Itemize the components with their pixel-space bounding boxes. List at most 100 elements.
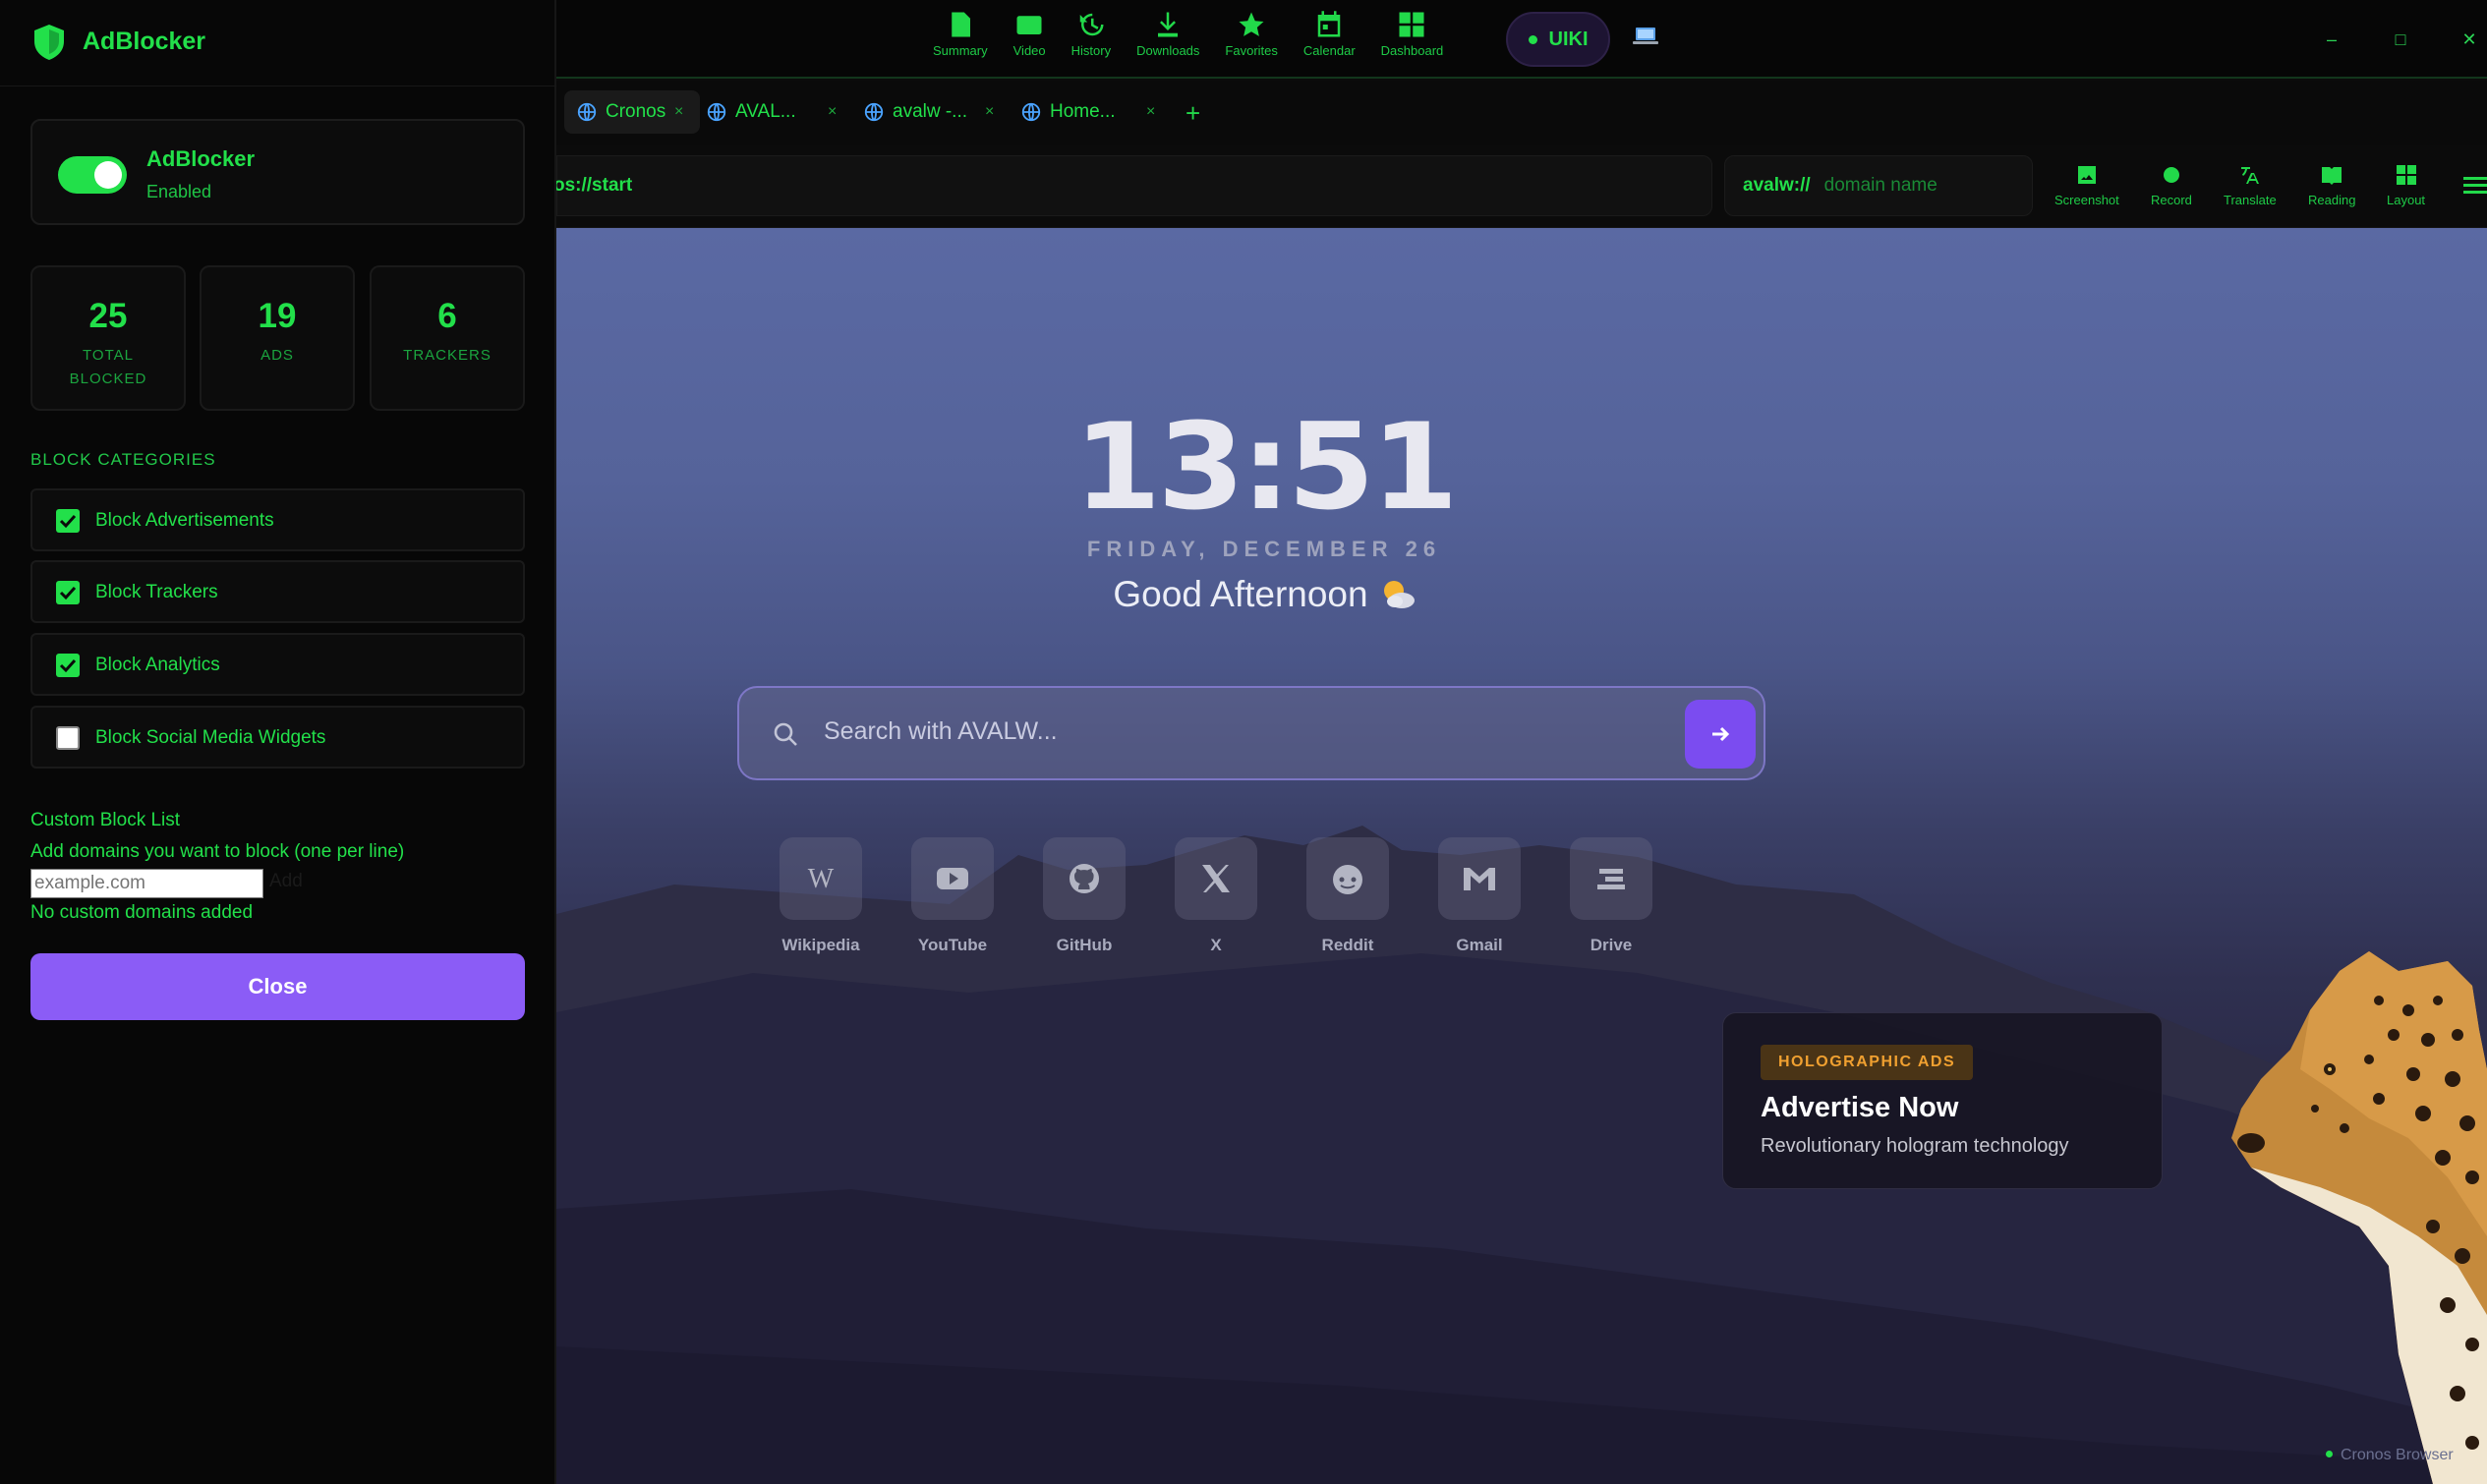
translate-button[interactable]: Translate	[2224, 163, 2277, 207]
drive-icon	[1597, 869, 1625, 889]
tab-bar: Cronos × AVAL... × avalw -... × Home... …	[556, 81, 2487, 145]
shortcut-label: Wikipedia	[781, 936, 860, 954]
checkbox-checked[interactable]	[56, 654, 80, 677]
stat-ads: 19 ADS	[200, 265, 355, 411]
add-domain-button[interactable]: Add	[269, 871, 303, 892]
shortcut-wikipedia[interactable]: W Wikipedia	[780, 837, 862, 955]
shortcut-reddit[interactable]: Reddit	[1306, 837, 1389, 955]
screenshot-label: Screenshot	[2054, 193, 2119, 207]
search-submit-button[interactable]	[1685, 700, 1756, 769]
shortcut-github[interactable]: GitHub	[1043, 837, 1126, 955]
shortcut-drive[interactable]: Drive	[1570, 837, 1652, 955]
favorites-button[interactable]: Favorites	[1225, 10, 1278, 58]
category-label: Block Trackers	[95, 582, 218, 602]
shortcut-tile[interactable]	[1306, 837, 1389, 920]
uiki-button[interactable]: UIKI	[1506, 12, 1610, 67]
image-icon	[2077, 166, 2096, 184]
checkbox-checked[interactable]	[56, 581, 80, 604]
history-label: History	[1070, 43, 1112, 58]
history-button[interactable]: History	[1071, 10, 1111, 58]
search-box[interactable]: Search with AVALW...	[737, 686, 1765, 780]
stat-label-line: TOTAL	[83, 347, 134, 364]
tab-close-button[interactable]: ×	[828, 103, 837, 121]
close-window-button[interactable]: ✕	[2458, 28, 2481, 51]
custom-list-hint: Add domains you want to block (one per l…	[30, 841, 405, 862]
arrow-right-icon	[1712, 726, 1730, 742]
uiki-label: UIKI	[1548, 28, 1589, 50]
shortcut-label: YouTube	[917, 936, 988, 954]
video-label: Video	[1012, 43, 1046, 58]
screenshot-button[interactable]: Screenshot	[2054, 163, 2119, 207]
custom-list-title: Custom Block List	[30, 810, 181, 830]
stat-label-line: BLOCKED	[69, 371, 147, 387]
domain-placeholder: domain name	[1823, 175, 1938, 196]
holographic-ad-card[interactable]: HOLOGRAPHIC ADS Advertise Now Revolution…	[1722, 1012, 2163, 1189]
menu-icon[interactable]	[2463, 177, 2487, 195]
tab-home[interactable]: Home... ×	[1020, 90, 1178, 134]
brand-text: Cronos Browser	[2341, 1447, 2454, 1463]
video-icon	[1016, 16, 1042, 34]
adblocker-toggle-switch[interactable]	[58, 156, 127, 194]
maximize-button[interactable]: □	[2389, 28, 2412, 51]
record-button[interactable]: Record	[2151, 163, 2192, 207]
laptop-icon[interactable]	[1632, 26, 1659, 47]
stat-total-blocked: 25 TOTAL BLOCKED	[30, 265, 186, 411]
shortcut-tile[interactable]: W	[780, 837, 862, 920]
layout-icon	[2396, 165, 2416, 185]
checkbox-checked[interactable]	[56, 509, 80, 533]
check-icon	[59, 658, 77, 673]
favorites-label: Favorites	[1225, 43, 1278, 58]
tab-close-button[interactable]: ×	[1146, 103, 1155, 121]
gmail-icon	[1464, 868, 1495, 890]
category-trackers[interactable]: Block Trackers	[30, 560, 525, 623]
adblocker-panel: AdBlocker AdBlocker Enabled 25 TOTAL BLOC…	[0, 0, 556, 1484]
category-social-widgets[interactable]: Block Social Media Widgets	[30, 706, 525, 769]
reddit-icon	[1333, 865, 1362, 894]
tab-close-button[interactable]: ×	[674, 103, 683, 121]
domain-input[interactable]: avalw:// domain name	[1724, 155, 2033, 216]
ad-subtitle: Revolutionary hologram technology	[1761, 1135, 2069, 1157]
dashboard-label: Dashboard	[1380, 43, 1444, 58]
domain-protocol: avalw://	[1743, 175, 1811, 196]
shortcut-youtube[interactable]: YouTube	[911, 837, 994, 955]
category-analytics[interactable]: Block Analytics	[30, 633, 525, 696]
shortcut-label: X	[1210, 936, 1222, 954]
category-advertisements[interactable]: Block Advertisements	[30, 488, 525, 551]
shortcuts-grid: W Wikipedia YouTube GitHub X Reddit Gmai…	[780, 837, 1763, 965]
stat-trackers: 6 TRACKERS	[370, 265, 525, 411]
translate-icon	[2240, 167, 2259, 184]
shortcut-tile[interactable]	[1570, 837, 1652, 920]
shortcut-tile[interactable]	[911, 837, 994, 920]
dashboard-button[interactable]: Dashboard	[1380, 10, 1444, 58]
shortcut-tile[interactable]	[1175, 837, 1257, 920]
summary-icon	[952, 12, 970, 37]
github-icon	[1070, 864, 1099, 893]
shortcut-tile[interactable]	[1043, 837, 1126, 920]
custom-domain-input[interactable]	[30, 869, 263, 898]
tab-aval[interactable]: AVAL... ×	[706, 90, 863, 134]
downloads-button[interactable]: Downloads	[1136, 10, 1199, 58]
tab-close-button[interactable]: ×	[985, 103, 994, 121]
shortcut-gmail[interactable]: Gmail	[1438, 837, 1521, 955]
stat-value: 25	[88, 297, 128, 335]
url-input[interactable]: os://start	[553, 155, 1712, 216]
record-label: Record	[2151, 193, 2192, 207]
calendar-icon	[1318, 11, 1341, 37]
tab-title: avalw -...	[893, 101, 968, 122]
weather-icon	[1383, 581, 1415, 608]
summary-button[interactable]: Summary	[933, 10, 988, 58]
calendar-button[interactable]: Calendar	[1303, 10, 1356, 58]
shortcut-tile[interactable]	[1438, 837, 1521, 920]
checkbox-unchecked[interactable]	[56, 726, 80, 750]
tab-avalw[interactable]: avalw -... ×	[863, 90, 1020, 134]
shortcut-x[interactable]: X	[1175, 837, 1257, 955]
categories-heading: BLOCK CATEGORIES	[30, 450, 216, 469]
close-panel-button[interactable]: Close	[30, 953, 525, 1020]
layout-button[interactable]: Layout	[2387, 163, 2425, 207]
video-button[interactable]: Video	[1013, 10, 1046, 58]
minimize-button[interactable]: –	[2320, 28, 2343, 51]
category-label: Block Advertisements	[95, 510, 274, 531]
tab-cronos[interactable]: Cronos ×	[564, 90, 700, 134]
new-tab-button[interactable]: +	[1186, 100, 1200, 126]
reading-button[interactable]: Reading	[2308, 163, 2355, 207]
